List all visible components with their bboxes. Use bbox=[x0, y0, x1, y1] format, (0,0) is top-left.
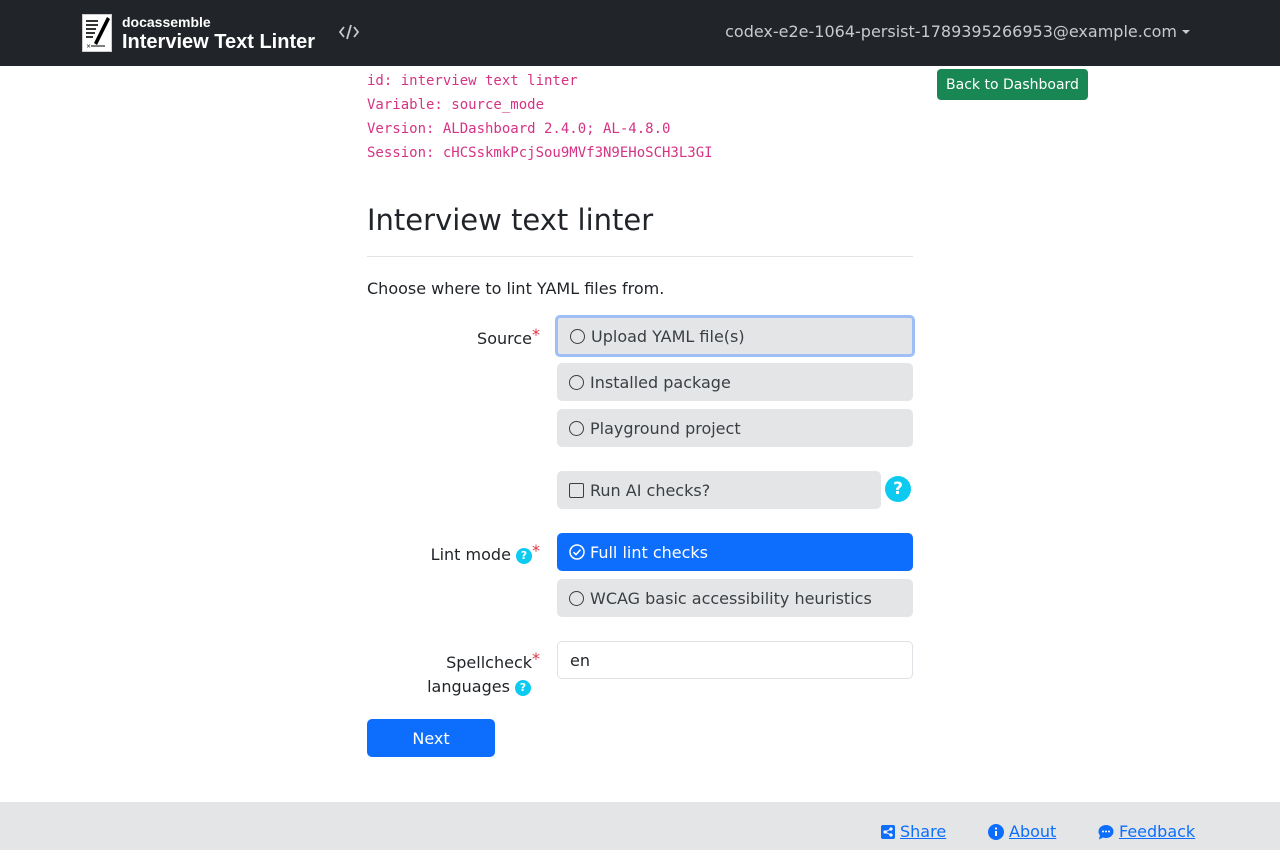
share-icon bbox=[881, 824, 895, 839]
share-link[interactable]: Share bbox=[881, 822, 946, 841]
ai-checks-help-icon[interactable]: ? bbox=[885, 476, 911, 502]
source-option-playground-project[interactable]: Playground project bbox=[557, 409, 913, 447]
lint-mode-help-icon[interactable]: ? bbox=[516, 548, 532, 564]
share-label: Share bbox=[900, 822, 947, 841]
debug-version: Version: ALDashboard 2.4.0; AL-4.8.0 bbox=[367, 121, 671, 137]
radio-icon bbox=[569, 374, 584, 390]
app-title[interactable]: Interview Text Linter bbox=[122, 31, 315, 54]
check-circle-icon bbox=[569, 544, 585, 560]
debug-session: Session: cHCSskmkPcjSou9MVf3N9EHoSCH3L3G… bbox=[367, 145, 713, 161]
spellcheck-label-line1: Spellcheck bbox=[446, 653, 532, 672]
run-ai-checks-checkbox[interactable]: Run AI checks? bbox=[557, 471, 881, 509]
lint-mode-option-wcag[interactable]: WCAG basic accessibility heuristics bbox=[557, 579, 913, 617]
spellcheck-label-line2: languages bbox=[427, 677, 510, 696]
checkbox-icon bbox=[569, 482, 584, 498]
comment-icon bbox=[1098, 824, 1114, 839]
feedback-link[interactable]: Feedback bbox=[1098, 822, 1195, 841]
user-menu-dropdown[interactable]: codex-e2e-1064-persist-1789395266953@exa… bbox=[725, 22, 1190, 41]
docassemble-logo[interactable]: × bbox=[82, 14, 112, 52]
lint-mode-label-text: Lint mode bbox=[430, 545, 511, 564]
required-mark: * bbox=[532, 649, 540, 668]
radio-icon bbox=[570, 328, 585, 344]
about-label: About bbox=[1009, 822, 1057, 841]
required-mark: * bbox=[532, 541, 540, 560]
source-code-icon[interactable] bbox=[338, 22, 360, 42]
debug-id: id: interview text linter bbox=[367, 73, 578, 89]
option-label: WCAG basic accessibility heuristics bbox=[590, 588, 872, 608]
option-label: Full lint checks bbox=[590, 542, 709, 562]
spellcheck-languages-input[interactable] bbox=[557, 641, 913, 679]
page-title: Interview text linter bbox=[367, 203, 654, 237]
checkbox-label: Run AI checks? bbox=[590, 480, 711, 500]
back-to-dashboard-button[interactable]: Back to Dashboard bbox=[937, 69, 1088, 100]
required-mark: * bbox=[532, 325, 540, 344]
info-icon bbox=[988, 823, 1004, 840]
lint-mode-label: Lint mode ? * bbox=[431, 539, 540, 567]
radio-icon bbox=[569, 420, 584, 436]
title-divider bbox=[367, 256, 913, 257]
spellcheck-help-icon[interactable]: ? bbox=[515, 680, 531, 696]
brand-name[interactable]: docassemble bbox=[122, 14, 211, 30]
footer: Share About Feedback bbox=[0, 802, 1280, 850]
source-label-text: Source bbox=[477, 329, 532, 348]
source-option-upload[interactable]: Upload YAML file(s) bbox=[555, 315, 915, 357]
lint-mode-option-full[interactable]: Full lint checks bbox=[557, 533, 913, 571]
source-label: Source* bbox=[477, 323, 540, 351]
option-label: Playground project bbox=[590, 418, 741, 438]
about-link[interactable]: About bbox=[988, 822, 1056, 841]
debug-info: id: interview text linter Variable: sour… bbox=[367, 72, 713, 168]
radio-icon bbox=[569, 590, 584, 606]
navbar: × docassemble Interview Text Linter code… bbox=[0, 0, 1280, 66]
user-email: codex-e2e-1064-persist-1789395266953@exa… bbox=[725, 22, 1177, 41]
svg-text:×: × bbox=[86, 43, 91, 50]
caret-down-icon bbox=[1182, 30, 1190, 34]
feedback-label: Feedback bbox=[1119, 822, 1196, 841]
source-option-installed-package[interactable]: Installed package bbox=[557, 363, 913, 401]
subquestion-text: Choose where to lint YAML files from. bbox=[367, 279, 665, 298]
next-button[interactable]: Next bbox=[367, 719, 495, 757]
spellcheck-label: Spellcheck* languages ? bbox=[427, 647, 540, 699]
debug-variable: Variable: source_mode bbox=[367, 97, 545, 113]
option-label: Installed package bbox=[590, 372, 731, 392]
option-label: Upload YAML file(s) bbox=[591, 326, 745, 346]
